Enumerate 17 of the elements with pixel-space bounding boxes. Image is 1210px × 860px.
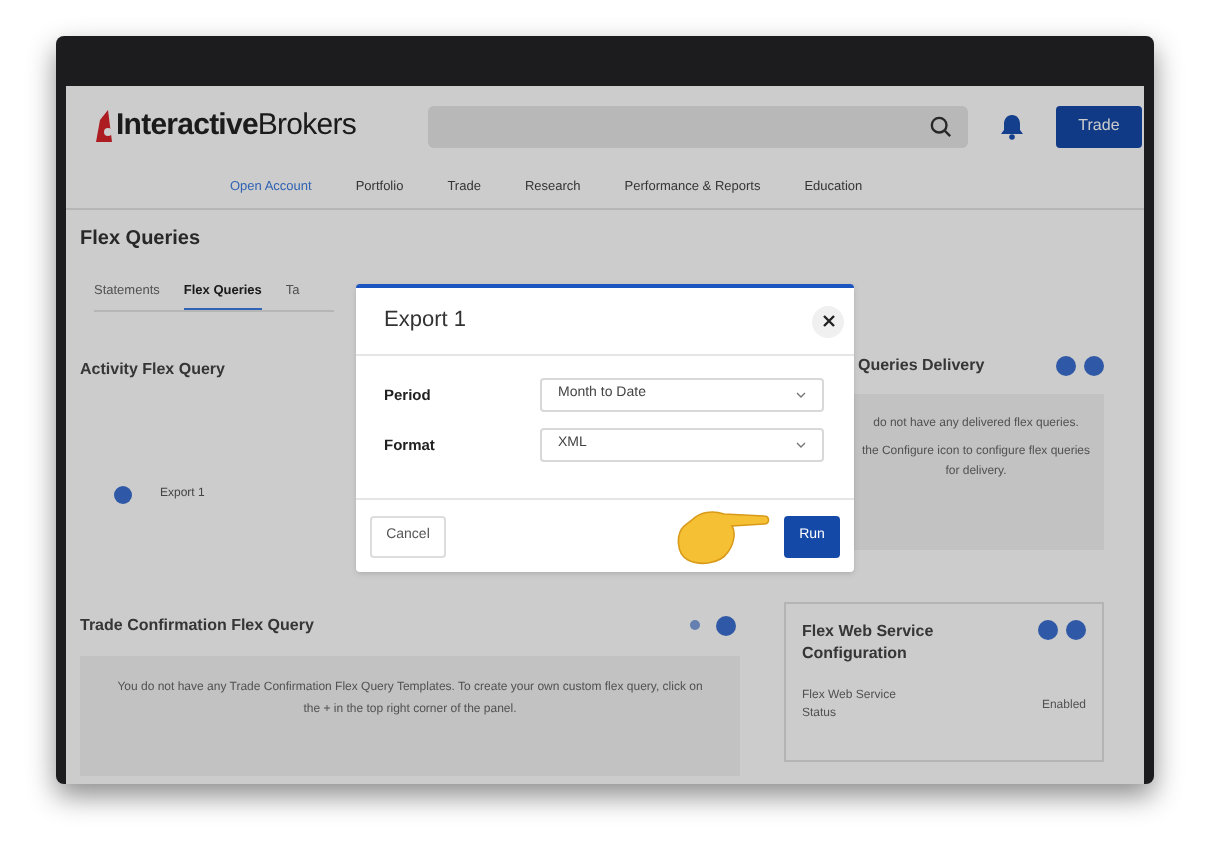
- chevron-icon: [796, 392, 806, 398]
- logo-text[interactable]: InteractiveBrokers: [116, 103, 356, 149]
- search-field[interactable]: [427, 105, 968, 147]
- radio-button[interactable]: [114, 485, 132, 504]
- trade-button[interactable]: Trade: [1055, 105, 1142, 147]
- chevron-icon: [796, 442, 806, 448]
- bell-icon[interactable]: [999, 113, 1024, 139]
- panel-title: Trade Confirmation Flex Query: [80, 613, 314, 638]
- panel-title: Queries Delivery: [858, 354, 985, 378]
- search-icon[interactable]: [929, 115, 952, 137]
- dialog-title: Export 1: [384, 306, 466, 337]
- close-button[interactable]: [812, 305, 844, 337]
- panel-title: Activity Flex Query: [80, 357, 227, 382]
- panel-title: Flex Web Service Configuration: [802, 620, 936, 664]
- close-icon[interactable]: [821, 314, 835, 328]
- page-title: Flex Queries: [80, 226, 203, 254]
- logo-icon: [96, 110, 116, 142]
